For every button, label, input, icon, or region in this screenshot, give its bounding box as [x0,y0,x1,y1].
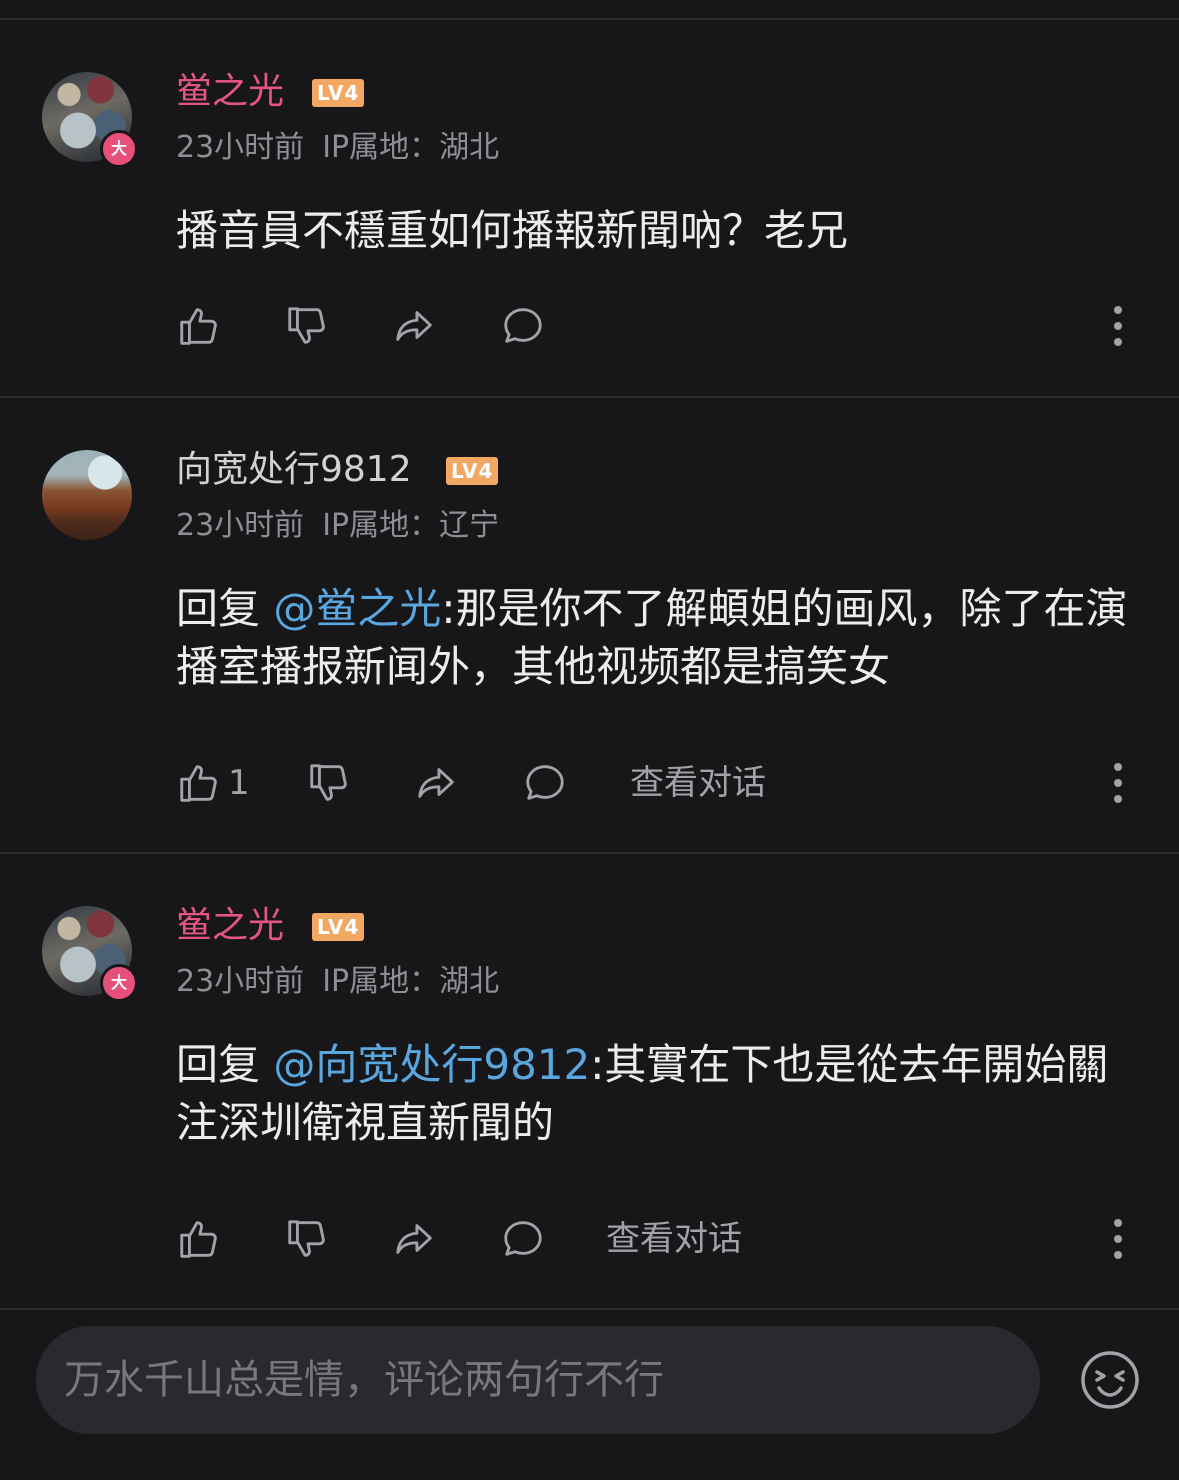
avatar-badge: 大 [100,130,138,168]
username[interactable]: 鲎之光 [176,70,284,114]
reply-prefix: 回复 [176,1040,274,1089]
level-badge: LV4 [312,79,365,107]
comment-actions: 查看对话 [176,1215,1156,1263]
share-arrow-icon [396,311,432,341]
timestamp: 23小时前 [176,508,305,543]
speech-bubble-icon [526,765,564,800]
more-options-button[interactable] [1100,759,1136,807]
thumbs-down-icon [288,1220,325,1257]
speech-bubble-icon [504,1221,542,1256]
avatar-badge: 大 [100,964,138,1002]
comment-meta: 23小时前 IP属地：湖北 [176,128,499,168]
timestamp: 23小时前 [176,964,305,999]
comment-meta: 23小时前 IP属地：辽宁 [176,506,499,546]
view-conversation-link[interactable]: 查看对话 [630,759,766,807]
comment-input-placeholder: 万水千山总是情，评论两句行不行 [64,1357,664,1403]
smiley-face-icon [1081,1351,1139,1409]
mention-link[interactable]: @向宽处行9812 [273,1040,590,1089]
ip-location: IP属地：湖北 [322,130,500,165]
share-button[interactable] [392,1215,438,1263]
reply-prefix: 回复 [176,584,274,633]
top-divider [0,18,1179,20]
level-badge: LV4 [312,913,365,941]
mention-link[interactable]: @鲎之光 [273,584,441,633]
like-button[interactable]: 1 [176,759,250,807]
comment-actions: 1 查看对话 [176,759,1156,807]
dislike-button[interactable] [284,302,330,350]
comment-body: 播音員不穩重如何播報新聞吶？老兄 [176,206,849,255]
comment-meta: 23小时前 IP属地：湖北 [176,962,499,1002]
like-button[interactable] [176,302,222,350]
vertical-dots-icon [1114,306,1122,346]
ip-location: IP属地：辽宁 [322,508,500,543]
comment-actions [176,302,1156,350]
like-count: 1 [228,763,250,803]
reply-button[interactable] [500,302,546,350]
comment-text: 回复 @鲎之光:那是你不了解頔姐的画风，除了在演播室播报新闻外，其他视频都是搞笑… [176,580,1136,696]
dislike-button[interactable] [284,1215,330,1263]
ip-location: IP属地：湖北 [322,964,500,999]
speech-bubble-icon [504,308,542,343]
thumbs-down-icon [310,764,347,801]
avatar[interactable] [42,450,132,540]
username[interactable]: 向宽处行9812 [176,448,412,492]
comment-text: 播音員不穩重如何播報新聞吶？老兄 [176,202,1136,260]
vertical-dots-icon [1114,1219,1122,1259]
dislike-button[interactable] [306,759,352,807]
comment-input[interactable]: 万水千山总是情，评论两句行不行 [36,1326,1040,1434]
more-options-button[interactable] [1100,1215,1136,1263]
vertical-dots-icon [1114,763,1122,803]
reply-button[interactable] [522,759,568,807]
comment-divider [0,396,1179,398]
level-badge: LV4 [446,457,499,485]
share-arrow-icon [418,768,454,798]
emoji-button[interactable] [1080,1350,1140,1410]
share-button[interactable] [414,759,460,807]
username[interactable]: 鲎之光 [176,904,284,948]
timestamp: 23小时前 [176,130,305,165]
thumbs-up-icon [180,308,217,345]
thumbs-up-icon [180,1221,217,1258]
view-conversation-link[interactable]: 查看对话 [606,1215,742,1263]
thumbs-up-icon [180,765,217,802]
thumbs-down-icon [288,307,325,344]
comment-divider [0,852,1179,854]
share-button[interactable] [392,302,438,350]
share-arrow-icon [396,1224,432,1254]
more-options-button[interactable] [1100,302,1136,350]
like-button[interactable] [176,1215,222,1263]
reply-button[interactable] [500,1215,546,1263]
comment-text: 回复 @向宽处行9812:其實在下也是從去年開始關注深圳衛視直新聞的 [176,1036,1136,1152]
